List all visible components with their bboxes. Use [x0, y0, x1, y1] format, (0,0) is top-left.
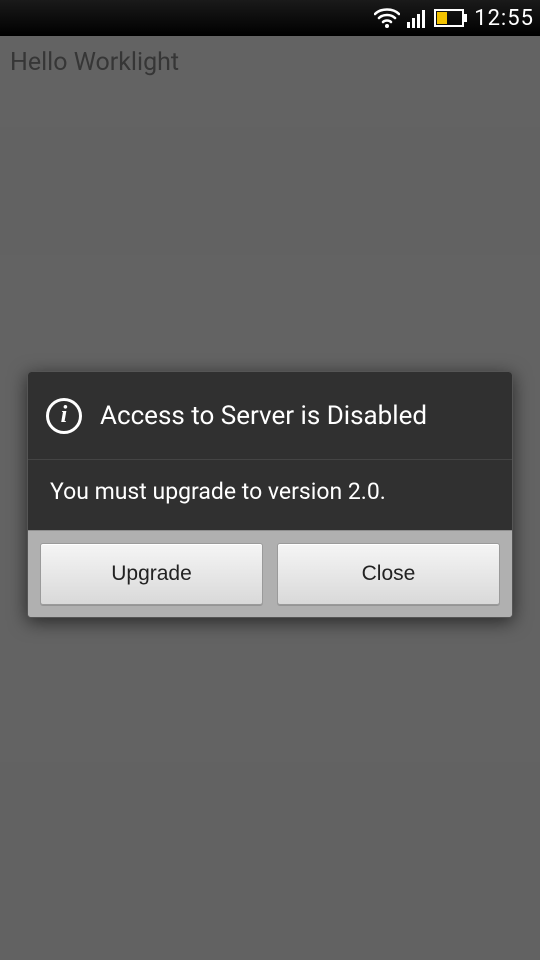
dialog-header: i Access to Server is Disabled — [28, 372, 512, 460]
dialog-message: You must upgrade to version 2.0. — [50, 478, 386, 505]
status-bar: 12:55 — [0, 0, 540, 36]
dialog-body: You must upgrade to version 2.0. — [28, 460, 512, 530]
wifi-icon — [374, 7, 400, 29]
signal-icon — [406, 7, 428, 29]
battery-icon — [434, 9, 468, 27]
dialog-button-row: Upgrade Close — [28, 530, 512, 617]
alert-dialog: i Access to Server is Disabled You must … — [27, 371, 513, 618]
info-icon: i — [46, 398, 82, 434]
clock: 12:55 — [474, 6, 534, 31]
close-button[interactable]: Close — [277, 543, 500, 605]
upgrade-button[interactable]: Upgrade — [40, 543, 263, 605]
dialog-title: Access to Server is Disabled — [100, 401, 427, 431]
